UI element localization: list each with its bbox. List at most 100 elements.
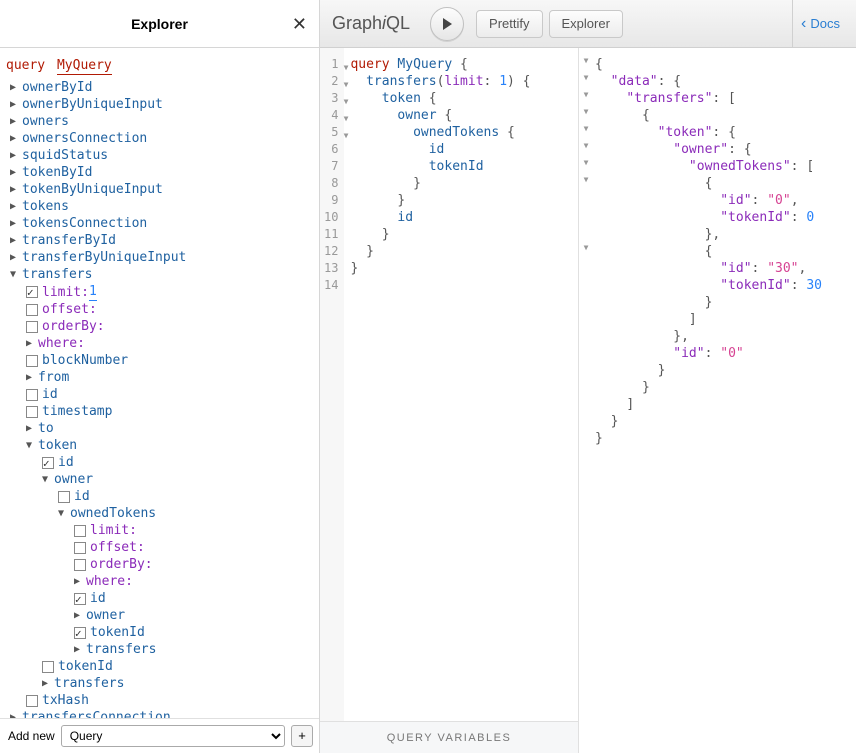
field-token-transfers[interactable]: ▶transfers <box>6 675 313 692</box>
checkbox-icon[interactable] <box>26 355 38 367</box>
arg-ot-orderBy[interactable]: orderBy: <box>6 556 313 573</box>
field-tokenById[interactable]: ▶tokenById <box>6 164 313 181</box>
fold-caret-icon[interactable]: ▼ <box>579 141 593 158</box>
field-txHash[interactable]: txHash <box>6 692 313 709</box>
docs-button[interactable]: ‹ Docs <box>792 0 848 47</box>
field-token-owner[interactable]: ▼owner <box>6 471 313 488</box>
explorer-button[interactable]: Explorer <box>549 10 623 38</box>
checkbox-icon[interactable] <box>74 559 86 571</box>
field-id[interactable]: id <box>6 386 313 403</box>
field-ot-transfers[interactable]: ▶transfers <box>6 641 313 658</box>
execute-button[interactable] <box>430 7 464 41</box>
checkbox-icon[interactable] <box>74 593 86 605</box>
chevron-right-icon[interactable]: ▶ <box>10 147 22 164</box>
fold-caret-icon[interactable]: ▼ <box>579 73 593 90</box>
field-token[interactable]: ▼token <box>6 437 313 454</box>
arg-ot-limit[interactable]: limit: <box>6 522 313 539</box>
arg-offset[interactable]: offset: <box>6 301 313 318</box>
chevron-right-icon[interactable]: ▶ <box>26 369 38 386</box>
field-ownerById[interactable]: ▶ownerById <box>6 79 313 96</box>
field-blockNumber[interactable]: blockNumber <box>6 352 313 369</box>
chevron-right-icon[interactable]: ▶ <box>42 675 54 692</box>
fold-caret-icon[interactable]: ▼ <box>579 243 593 260</box>
chevron-down-icon[interactable]: ▼ <box>10 266 22 283</box>
arg-where[interactable]: ▶where: <box>6 335 313 352</box>
chevron-right-icon[interactable]: ▶ <box>10 249 22 266</box>
arg-limit[interactable]: limit: 1 <box>6 283 313 301</box>
field-ot-tokenId[interactable]: tokenId <box>6 624 313 641</box>
field-tokens[interactable]: ▶tokens <box>6 198 313 215</box>
query-code[interactable]: query MyQuery { transfers(limit: 1) { to… <box>344 48 536 721</box>
chevron-right-icon[interactable]: ▶ <box>10 96 22 113</box>
field-transfersConnection[interactable]: ▶transfersConnection <box>6 709 313 718</box>
result-code[interactable]: { "data": { "transfers": [ { "token": { … <box>593 48 826 753</box>
operation-name[interactable]: MyQuery <box>57 58 112 75</box>
field-owners[interactable]: ▶owners <box>6 113 313 130</box>
fold-caret-icon[interactable]: ▼ <box>344 127 349 144</box>
checkbox-icon[interactable] <box>74 627 86 639</box>
field-timestamp[interactable]: timestamp <box>6 403 313 420</box>
checkbox-icon[interactable] <box>42 661 54 673</box>
chevron-right-icon[interactable]: ▶ <box>10 79 22 96</box>
field-ot-id[interactable]: id <box>6 590 313 607</box>
field-ownerByUniqueInput[interactable]: ▶ownerByUniqueInput <box>6 96 313 113</box>
fold-caret-icon[interactable]: ▼ <box>579 90 593 107</box>
arg-ot-where[interactable]: ▶where: <box>6 573 313 590</box>
checkbox-icon[interactable] <box>26 304 38 316</box>
checkbox-icon[interactable] <box>26 406 38 418</box>
chevron-right-icon[interactable]: ▶ <box>74 573 86 590</box>
add-new-select[interactable]: Query <box>61 725 285 747</box>
checkbox-icon[interactable] <box>26 286 38 298</box>
field-from[interactable]: ▶from <box>6 369 313 386</box>
field-transferByUniqueInput[interactable]: ▶transferByUniqueInput <box>6 249 313 266</box>
chevron-down-icon[interactable]: ▼ <box>42 471 54 488</box>
chevron-right-icon[interactable]: ▶ <box>10 181 22 198</box>
add-new-button[interactable]: + <box>291 725 313 747</box>
chevron-right-icon[interactable]: ▶ <box>10 232 22 249</box>
fold-caret-icon[interactable]: ▼ <box>344 93 349 110</box>
fold-caret-icon[interactable]: ▼ <box>579 124 593 141</box>
field-owner-id[interactable]: id <box>6 488 313 505</box>
field-ot-owner[interactable]: ▶owner <box>6 607 313 624</box>
arg-limit-value[interactable]: 1 <box>89 283 97 301</box>
field-token-tokenId[interactable]: tokenId <box>6 658 313 675</box>
checkbox-icon[interactable] <box>26 389 38 401</box>
field-squidStatus[interactable]: ▶squidStatus <box>6 147 313 164</box>
field-token-id[interactable]: id <box>6 454 313 471</box>
prettify-button[interactable]: Prettify <box>476 10 542 38</box>
checkbox-icon[interactable] <box>74 525 86 537</box>
field-tokenByUniqueInput[interactable]: ▶tokenByUniqueInput <box>6 181 313 198</box>
chevron-right-icon[interactable]: ▶ <box>10 198 22 215</box>
chevron-right-icon[interactable]: ▶ <box>10 113 22 130</box>
chevron-down-icon[interactable]: ▼ <box>58 505 70 522</box>
operation-line[interactable]: query MyQuery <box>6 58 313 73</box>
fold-caret-icon[interactable]: ▼ <box>344 76 349 93</box>
fold-caret-icon[interactable]: ▼ <box>579 107 593 124</box>
close-icon[interactable]: ✕ <box>292 14 307 35</box>
fold-caret-icon[interactable]: ▼ <box>579 56 593 73</box>
arg-orderBy[interactable]: orderBy: <box>6 318 313 335</box>
chevron-right-icon[interactable]: ▶ <box>10 164 22 181</box>
field-to[interactable]: ▶to <box>6 420 313 437</box>
field-tokensConnection[interactable]: ▶tokensConnection <box>6 215 313 232</box>
chevron-down-icon[interactable]: ▼ <box>26 437 38 454</box>
chevron-right-icon[interactable]: ▶ <box>74 641 86 658</box>
fold-caret-icon[interactable]: ▼ <box>579 158 593 175</box>
field-ownersConnection[interactable]: ▶ownersConnection <box>6 130 313 147</box>
field-ownedTokens[interactable]: ▼ownedTokens <box>6 505 313 522</box>
checkbox-icon[interactable] <box>58 491 70 503</box>
field-transferById[interactable]: ▶transferById <box>6 232 313 249</box>
checkbox-icon[interactable] <box>26 695 38 707</box>
fold-caret-icon[interactable]: ▼ <box>579 175 593 192</box>
checkbox-icon[interactable] <box>74 542 86 554</box>
query-editor[interactable]: 1▼ 2▼ 3▼ 4▼ 5▼ 6 7 8 9 10 11 12 13 14 qu… <box>320 48 578 721</box>
field-transfers[interactable]: ▼transfers <box>6 266 313 283</box>
fold-caret-icon[interactable]: ▼ <box>344 59 349 76</box>
chevron-right-icon[interactable]: ▶ <box>10 130 22 147</box>
query-variables-bar[interactable]: QUERY VARIABLES <box>320 721 578 753</box>
chevron-right-icon[interactable]: ▶ <box>74 607 86 624</box>
checkbox-icon[interactable] <box>26 321 38 333</box>
chevron-right-icon[interactable]: ▶ <box>10 709 22 718</box>
checkbox-icon[interactable] <box>42 457 54 469</box>
fold-caret-icon[interactable]: ▼ <box>344 110 349 127</box>
